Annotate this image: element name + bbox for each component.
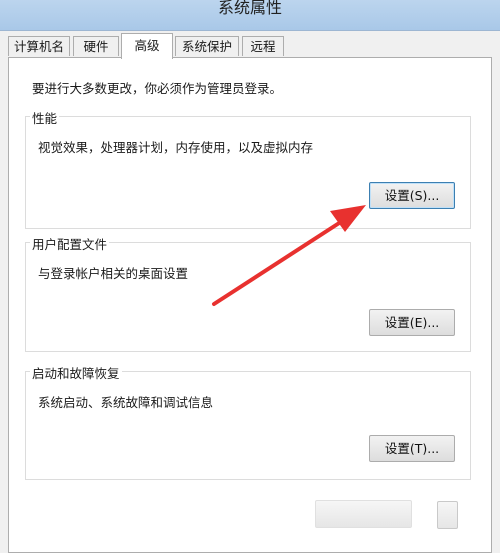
window-title: 系统属性: [217, 0, 282, 17]
environment-variables-button[interactable]: [315, 500, 412, 528]
user-profiles-description: 与登录帐户相关的桌面设置: [38, 266, 189, 281]
performance-settings-button[interactable]: 设置(S)...: [369, 182, 455, 209]
user-profiles-group: 用户配置文件 与登录帐户相关的桌面设置 设置(E)...: [25, 234, 471, 352]
tab-advanced[interactable]: 高级: [121, 33, 173, 59]
user-profiles-legend: 用户配置文件: [30, 234, 110, 253]
tab-system-protection[interactable]: 系统保护: [175, 36, 239, 56]
startup-recovery-description: 系统启动、系统故障和调试信息: [38, 395, 214, 410]
performance-legend: 性能: [30, 108, 60, 127]
tab-hardware[interactable]: 硬件: [73, 36, 119, 56]
startup-recovery-legend: 启动和故障恢复: [30, 363, 122, 382]
title-bar[interactable]: 系统属性: [0, 0, 500, 31]
tab-computer-name[interactable]: 计算机名: [8, 36, 70, 56]
startup-recovery-settings-button[interactable]: 设置(T)...: [369, 435, 455, 462]
admin-note: 要进行大多数更改，你必须作为管理员登录。: [32, 81, 283, 96]
performance-description: 视觉效果，处理器计划，内存使用，以及虚拟内存: [38, 140, 314, 155]
startup-recovery-group: 启动和故障恢复 系统启动、系统故障和调试信息 设置(T)...: [25, 363, 471, 480]
tab-remote[interactable]: 远程: [242, 36, 284, 56]
user-profiles-settings-button[interactable]: 设置(E)...: [369, 309, 455, 336]
performance-group: 性能 视觉效果，处理器计划，内存使用，以及虚拟内存 设置(S)...: [25, 108, 471, 229]
dialog-small-button[interactable]: [437, 501, 458, 529]
